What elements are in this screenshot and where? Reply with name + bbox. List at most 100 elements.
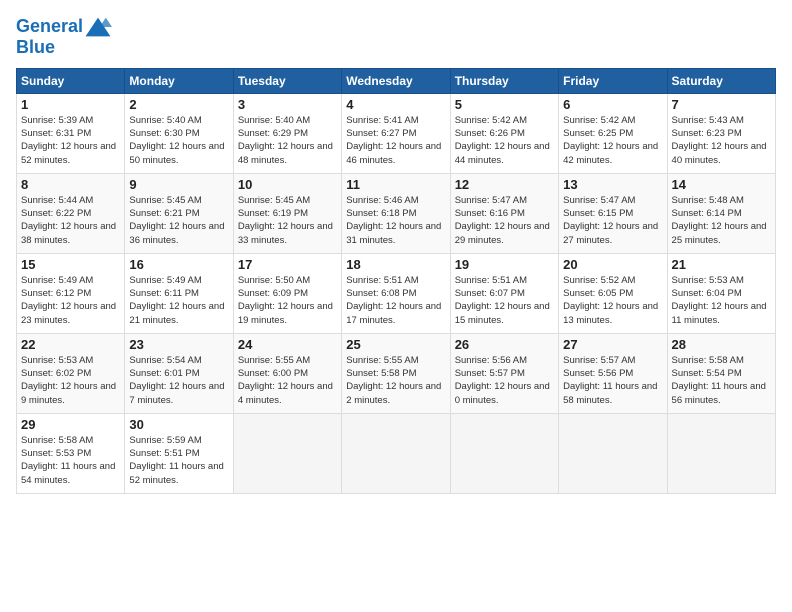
weekday-sunday: Sunday [17, 68, 125, 93]
header: General Blue [16, 16, 776, 58]
day-number: 23 [129, 337, 228, 352]
week-row: 8 Sunrise: 5:44 AMSunset: 6:22 PMDaylight… [17, 173, 776, 253]
calendar-cell: 13 Sunrise: 5:47 AMSunset: 6:15 PMDayligh… [559, 173, 667, 253]
week-row: 29 Sunrise: 5:58 AMSunset: 5:53 PMDayligh… [17, 413, 776, 493]
calendar-cell: 2 Sunrise: 5:40 AMSunset: 6:30 PMDaylight… [125, 93, 233, 173]
day-number: 13 [563, 177, 662, 192]
day-detail: Sunrise: 5:49 AMSunset: 6:12 PMDaylight:… [21, 275, 116, 326]
day-detail: Sunrise: 5:54 AMSunset: 6:01 PMDaylight:… [129, 355, 224, 406]
calendar-cell: 15Sunrise: 5:49 AMSunset: 6:12 PMDayligh… [17, 253, 125, 333]
calendar-cell: 4Sunrise: 5:41 AMSunset: 6:27 PMDaylight… [342, 93, 450, 173]
day-detail: Sunrise: 5:59 AMSunset: 5:51 PMDaylight:… [129, 435, 223, 486]
day-detail: Sunrise: 5:51 AMSunset: 6:08 PMDaylight:… [346, 275, 441, 326]
calendar-cell: 3 Sunrise: 5:40 AMSunset: 6:29 PMDaylight… [233, 93, 341, 173]
day-number: 28 [672, 337, 771, 352]
calendar-cell: 27 Sunrise: 5:57 AMSunset: 5:56 PMDayligh… [559, 333, 667, 413]
calendar-cell: 18Sunrise: 5:51 AMSunset: 6:08 PMDayligh… [342, 253, 450, 333]
week-row: 1 Sunrise: 5:39 AMSunset: 6:31 PMDaylight… [17, 93, 776, 173]
day-detail: Sunrise: 5:40 AMSunset: 6:30 PMDaylight:… [129, 115, 224, 166]
day-detail: Sunrise: 5:40 AMSunset: 6:29 PMDaylight:… [238, 115, 333, 166]
calendar-cell: 30 Sunrise: 5:59 AMSunset: 5:51 PMDayligh… [125, 413, 233, 493]
page-container: General Blue SundayMondayTuesdayWednesda… [0, 0, 792, 502]
day-number: 25 [346, 337, 445, 352]
weekday-header-row: SundayMondayTuesdayWednesdayThursdayFrid… [17, 68, 776, 93]
calendar-cell [559, 413, 667, 493]
day-number: 29 [21, 417, 120, 432]
calendar-cell: 26 Sunrise: 5:56 AMSunset: 5:57 PMDayligh… [450, 333, 558, 413]
day-detail: Sunrise: 5:43 AMSunset: 6:23 PMDaylight:… [672, 115, 767, 166]
calendar-cell: 5Sunrise: 5:42 AMSunset: 6:26 PMDaylight… [450, 93, 558, 173]
day-number: 2 [129, 97, 228, 112]
day-number: 6 [563, 97, 662, 112]
calendar-cell: 10Sunrise: 5:45 AMSunset: 6:19 PMDayligh… [233, 173, 341, 253]
day-number: 4 [346, 97, 445, 112]
day-detail: Sunrise: 5:44 AMSunset: 6:22 PMDaylight:… [21, 195, 116, 246]
day-number: 11 [346, 177, 445, 192]
day-detail: Sunrise: 5:52 AMSunset: 6:05 PMDaylight:… [563, 275, 658, 326]
calendar-cell [233, 413, 341, 493]
day-detail: Sunrise: 5:47 AMSunset: 6:16 PMDaylight:… [455, 195, 550, 246]
day-detail: Sunrise: 5:45 AMSunset: 6:19 PMDaylight:… [238, 195, 333, 246]
calendar-cell: 17 Sunrise: 5:50 AMSunset: 6:09 PMDayligh… [233, 253, 341, 333]
calendar-cell: 24 Sunrise: 5:55 AMSunset: 6:00 PMDayligh… [233, 333, 341, 413]
day-detail: Sunrise: 5:58 AMSunset: 5:54 PMDaylight:… [672, 355, 766, 406]
day-detail: Sunrise: 5:56 AMSunset: 5:57 PMDaylight:… [455, 355, 550, 406]
logo-text: General [16, 16, 113, 38]
day-number: 3 [238, 97, 337, 112]
calendar-body: 1 Sunrise: 5:39 AMSunset: 6:31 PMDaylight… [17, 93, 776, 493]
logo: General Blue [16, 16, 113, 58]
calendar-cell: 29 Sunrise: 5:58 AMSunset: 5:53 PMDayligh… [17, 413, 125, 493]
calendar-cell: 14 Sunrise: 5:48 AMSunset: 6:14 PMDayligh… [667, 173, 775, 253]
day-detail: Sunrise: 5:55 AMSunset: 6:00 PMDaylight:… [238, 355, 333, 406]
weekday-tuesday: Tuesday [233, 68, 341, 93]
day-number: 1 [21, 97, 120, 112]
calendar-cell: 9 Sunrise: 5:45 AMSunset: 6:21 PMDaylight… [125, 173, 233, 253]
day-detail: Sunrise: 5:49 AMSunset: 6:11 PMDaylight:… [129, 275, 224, 326]
day-number: 9 [129, 177, 228, 192]
day-number: 24 [238, 337, 337, 352]
day-detail: Sunrise: 5:58 AMSunset: 5:53 PMDaylight:… [21, 435, 115, 486]
calendar-cell: 22 Sunrise: 5:53 AMSunset: 6:02 PMDayligh… [17, 333, 125, 413]
day-number: 27 [563, 337, 662, 352]
calendar-cell: 1 Sunrise: 5:39 AMSunset: 6:31 PMDaylight… [17, 93, 125, 173]
day-detail: Sunrise: 5:51 AMSunset: 6:07 PMDaylight:… [455, 275, 550, 326]
day-detail: Sunrise: 5:48 AMSunset: 6:14 PMDaylight:… [672, 195, 767, 246]
weekday-monday: Monday [125, 68, 233, 93]
logo-blue: Blue [16, 38, 113, 58]
day-number: 7 [672, 97, 771, 112]
calendar-cell: 25 Sunrise: 5:55 AMSunset: 5:58 PMDayligh… [342, 333, 450, 413]
calendar-cell: 21Sunrise: 5:53 AMSunset: 6:04 PMDayligh… [667, 253, 775, 333]
weekday-wednesday: Wednesday [342, 68, 450, 93]
calendar-cell: 28 Sunrise: 5:58 AMSunset: 5:54 PMDayligh… [667, 333, 775, 413]
day-number: 30 [129, 417, 228, 432]
day-number: 8 [21, 177, 120, 192]
day-number: 17 [238, 257, 337, 272]
week-row: 15Sunrise: 5:49 AMSunset: 6:12 PMDayligh… [17, 253, 776, 333]
calendar-cell: 16 Sunrise: 5:49 AMSunset: 6:11 PMDayligh… [125, 253, 233, 333]
day-number: 20 [563, 257, 662, 272]
day-detail: Sunrise: 5:39 AMSunset: 6:31 PMDaylight:… [21, 115, 116, 166]
week-row: 22 Sunrise: 5:53 AMSunset: 6:02 PMDayligh… [17, 333, 776, 413]
day-number: 14 [672, 177, 771, 192]
day-detail: Sunrise: 5:57 AMSunset: 5:56 PMDaylight:… [563, 355, 657, 406]
day-detail: Sunrise: 5:55 AMSunset: 5:58 PMDaylight:… [346, 355, 441, 406]
calendar-cell: 11Sunrise: 5:46 AMSunset: 6:18 PMDayligh… [342, 173, 450, 253]
day-number: 19 [455, 257, 554, 272]
day-number: 22 [21, 337, 120, 352]
calendar-cell: 6 Sunrise: 5:42 AMSunset: 6:25 PMDaylight… [559, 93, 667, 173]
day-detail: Sunrise: 5:42 AMSunset: 6:25 PMDaylight:… [563, 115, 658, 166]
day-detail: Sunrise: 5:42 AMSunset: 6:26 PMDaylight:… [455, 115, 550, 166]
day-detail: Sunrise: 5:53 AMSunset: 6:02 PMDaylight:… [21, 355, 116, 406]
calendar-cell [450, 413, 558, 493]
day-detail: Sunrise: 5:47 AMSunset: 6:15 PMDaylight:… [563, 195, 658, 246]
day-detail: Sunrise: 5:45 AMSunset: 6:21 PMDaylight:… [129, 195, 224, 246]
day-detail: Sunrise: 5:50 AMSunset: 6:09 PMDaylight:… [238, 275, 333, 326]
weekday-friday: Friday [559, 68, 667, 93]
weekday-saturday: Saturday [667, 68, 775, 93]
day-number: 26 [455, 337, 554, 352]
day-number: 12 [455, 177, 554, 192]
calendar-table: SundayMondayTuesdayWednesdayThursdayFrid… [16, 68, 776, 494]
calendar-cell: 19 Sunrise: 5:51 AMSunset: 6:07 PMDayligh… [450, 253, 558, 333]
weekday-thursday: Thursday [450, 68, 558, 93]
day-number: 16 [129, 257, 228, 272]
